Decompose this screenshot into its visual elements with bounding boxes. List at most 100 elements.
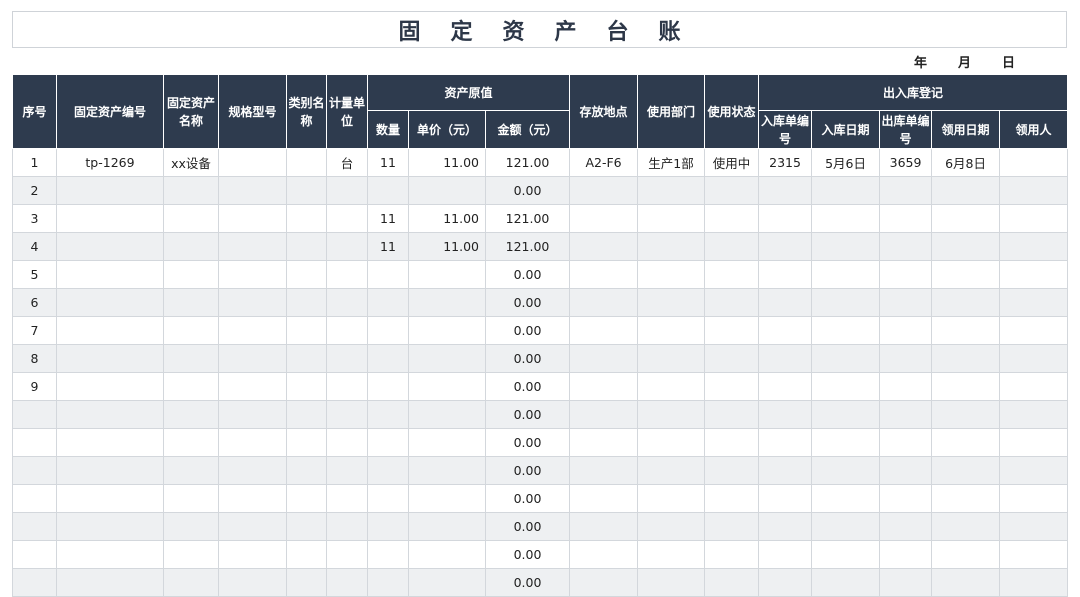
cell-unit-price[interactable]: [408, 540, 486, 569]
cell-unit[interactable]: [326, 344, 368, 373]
cell-in-no[interactable]: [758, 512, 813, 541]
cell-category[interactable]: [286, 456, 327, 485]
cell-status[interactable]: [704, 232, 760, 261]
cell-status[interactable]: [704, 540, 760, 569]
cell-qty[interactable]: [367, 260, 409, 289]
cell-asset-no[interactable]: [56, 400, 164, 429]
cell-qty[interactable]: [367, 372, 409, 401]
cell-location[interactable]: [569, 204, 639, 233]
cell-spec[interactable]: [218, 568, 287, 597]
cell-status[interactable]: [704, 288, 760, 317]
cell-spec[interactable]: [218, 316, 287, 345]
cell-in-date[interactable]: [811, 512, 881, 541]
cell-status[interactable]: [704, 484, 760, 513]
cell-in-date[interactable]: [811, 176, 881, 205]
cell-location[interactable]: [569, 344, 639, 373]
cell-in-date[interactable]: [811, 316, 881, 345]
cell-asset-no[interactable]: [56, 344, 164, 373]
cell-category[interactable]: [286, 344, 327, 373]
cell-asset-no[interactable]: [56, 484, 164, 513]
cell-location[interactable]: [569, 400, 639, 429]
cell-in-no[interactable]: [758, 568, 813, 597]
cell-taker[interactable]: [999, 372, 1069, 401]
cell-in-no[interactable]: [758, 204, 813, 233]
cell-unit[interactable]: [326, 232, 368, 261]
cell-status[interactable]: [704, 456, 760, 485]
cell-dept[interactable]: [637, 176, 706, 205]
cell-take-date[interactable]: [931, 344, 1001, 373]
cell-take-date[interactable]: [931, 540, 1001, 569]
cell-status[interactable]: [704, 372, 760, 401]
cell-unit[interactable]: 台: [326, 148, 368, 177]
cell-unit-price[interactable]: [408, 428, 486, 457]
cell-category[interactable]: [286, 400, 327, 429]
cell-take-date[interactable]: [931, 260, 1001, 289]
cell-amount[interactable]: 0.00: [484, 260, 571, 289]
cell-take-date[interactable]: [931, 372, 1001, 401]
cell-location[interactable]: [569, 316, 639, 345]
cell-in-date[interactable]: [811, 204, 881, 233]
cell-out-no[interactable]: [879, 316, 933, 345]
cell-unit-price[interactable]: 11.00: [408, 204, 486, 233]
cell-location[interactable]: [569, 232, 639, 261]
cell-in-date[interactable]: [811, 428, 881, 457]
cell-in-date[interactable]: [811, 540, 881, 569]
cell-qty[interactable]: [367, 512, 409, 541]
cell-location[interactable]: [569, 456, 639, 485]
cell-status[interactable]: [704, 568, 760, 597]
cell-in-no[interactable]: [758, 232, 813, 261]
cell-out-no[interactable]: [879, 288, 933, 317]
cell-in-no[interactable]: [758, 400, 813, 429]
cell-location[interactable]: [569, 428, 639, 457]
cell-dept[interactable]: [637, 232, 706, 261]
cell-asset-name[interactable]: [163, 428, 219, 457]
cell-location[interactable]: A2-F6: [569, 148, 639, 177]
cell-in-date[interactable]: [811, 400, 881, 429]
cell-out-no[interactable]: [879, 260, 933, 289]
cell-asset-no[interactable]: [56, 260, 164, 289]
cell-qty[interactable]: [367, 428, 409, 457]
cell-amount[interactable]: 0.00: [484, 484, 571, 513]
cell-in-date[interactable]: [811, 568, 881, 597]
cell-spec[interactable]: [218, 232, 287, 261]
cell-out-no[interactable]: [879, 176, 933, 205]
cell-dept[interactable]: [637, 288, 706, 317]
cell-taker[interactable]: [999, 400, 1069, 429]
cell-seq[interactable]: 7: [12, 316, 57, 345]
cell-unit-price[interactable]: [408, 456, 486, 485]
cell-dept[interactable]: [637, 428, 706, 457]
cell-in-date[interactable]: 5月6日: [811, 148, 881, 177]
cell-out-no[interactable]: 3659: [879, 148, 933, 177]
cell-dept[interactable]: [637, 260, 706, 289]
cell-in-date[interactable]: [811, 344, 881, 373]
cell-in-no[interactable]: [758, 316, 813, 345]
cell-in-no[interactable]: [758, 484, 813, 513]
cell-seq[interactable]: 6: [12, 288, 57, 317]
cell-asset-name[interactable]: [163, 484, 219, 513]
cell-unit-price[interactable]: 11.00: [408, 232, 486, 261]
cell-amount[interactable]: 0.00: [484, 456, 571, 485]
cell-in-no[interactable]: [758, 540, 813, 569]
cell-location[interactable]: [569, 260, 639, 289]
cell-in-date[interactable]: [811, 456, 881, 485]
cell-asset-no[interactable]: [56, 204, 164, 233]
cell-taker[interactable]: [999, 568, 1069, 597]
cell-qty[interactable]: [367, 484, 409, 513]
cell-seq[interactable]: [12, 568, 57, 597]
cell-asset-no[interactable]: tp-1269: [56, 148, 164, 177]
cell-category[interactable]: [286, 176, 327, 205]
cell-unit-price[interactable]: 11.00: [408, 148, 486, 177]
cell-out-no[interactable]: [879, 204, 933, 233]
cell-in-date[interactable]: [811, 288, 881, 317]
cell-asset-name[interactable]: [163, 456, 219, 485]
cell-asset-no[interactable]: [56, 428, 164, 457]
cell-spec[interactable]: [218, 372, 287, 401]
cell-out-no[interactable]: [879, 456, 933, 485]
cell-asset-no[interactable]: [56, 232, 164, 261]
cell-unit[interactable]: [326, 176, 368, 205]
cell-seq[interactable]: [12, 428, 57, 457]
cell-spec[interactable]: [218, 344, 287, 373]
cell-location[interactable]: [569, 372, 639, 401]
cell-asset-no[interactable]: [56, 372, 164, 401]
cell-category[interactable]: [286, 372, 327, 401]
